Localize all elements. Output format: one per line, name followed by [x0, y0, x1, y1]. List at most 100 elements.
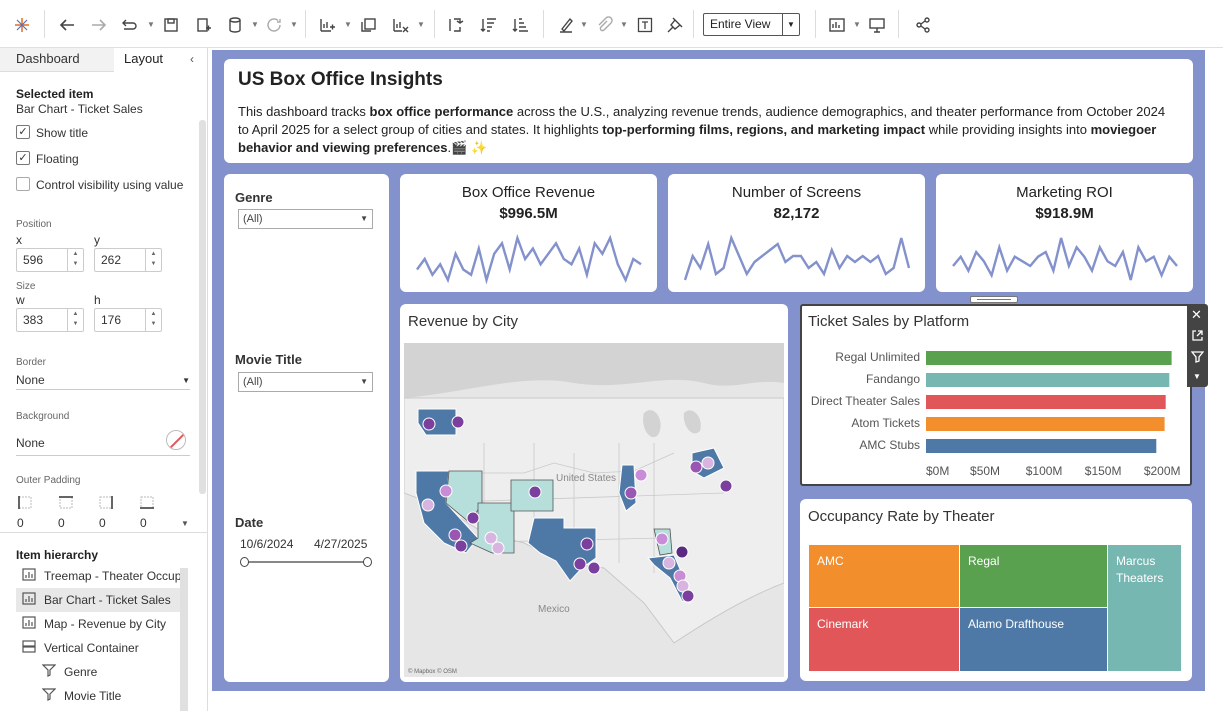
y-stepper[interactable]: 262 ▲ ▼ — [94, 248, 162, 272]
item-hierarchy-heading: Item hierarchy — [16, 548, 99, 562]
drag-handle[interactable] — [970, 296, 1018, 303]
swap-icon[interactable] — [444, 14, 466, 36]
sort-ascending-icon[interactable] — [477, 14, 499, 36]
bar[interactable] — [926, 351, 1172, 365]
kpi-number-of-screens[interactable]: Number of Screens 82,172 — [668, 174, 925, 292]
movie-filter-select[interactable]: (All) ▼ — [238, 372, 373, 392]
genre-filter-label: Genre — [235, 190, 273, 205]
clear-sheet-icon[interactable] — [389, 14, 411, 36]
sort-descending-icon[interactable] — [509, 14, 531, 36]
date-filter-label: Date — [235, 515, 264, 530]
w-label: w — [16, 293, 25, 307]
refresh-icon[interactable] — [263, 14, 285, 36]
title-card: US Box Office Insights This dashboard tr… — [224, 59, 1193, 163]
padding-left-value[interactable]: 0 — [17, 516, 24, 530]
undo-icon[interactable] — [56, 14, 78, 36]
bar[interactable] — [926, 439, 1157, 453]
tab-dashboard[interactable]: Dashboard — [0, 48, 114, 72]
padding-right-value[interactable]: 0 — [99, 516, 106, 530]
hierarchy-item[interactable]: Map - Revenue by City — [16, 612, 180, 636]
treemap-tile[interactable]: Marcus Theaters — [1108, 545, 1181, 671]
w-stepper[interactable]: 383 ▲ ▼ — [16, 308, 84, 332]
bar[interactable] — [926, 417, 1165, 431]
map-revenue-by-city[interactable]: Revenue by City United States Mexico © M… — [400, 304, 788, 682]
chevron-down-icon[interactable]: ▼ — [181, 519, 189, 528]
highlight-icon[interactable] — [555, 14, 577, 36]
fit-view-select[interactable]: Entire View ▼ — [703, 13, 800, 36]
text-label-icon[interactable] — [634, 14, 656, 36]
floating-checkbox[interactable]: ✓ — [16, 151, 30, 165]
bar[interactable] — [926, 395, 1166, 409]
map-label-us: United States — [556, 473, 616, 484]
pin-icon[interactable] — [664, 14, 686, 36]
attach-icon[interactable] — [593, 14, 615, 36]
x-label: x — [16, 233, 22, 247]
padding-bottom-value[interactable]: 0 — [140, 516, 147, 530]
more-options-icon[interactable]: ▼ — [1193, 372, 1201, 381]
kpi-value: $918.9M — [1035, 205, 1094, 222]
collapse-panel-icon[interactable]: ‹ — [190, 52, 194, 66]
kpi-box-office-revenue[interactable]: Box Office Revenue $996.5M — [400, 174, 657, 292]
stepper-arrows-icon[interactable]: ▲ ▼ — [145, 249, 161, 271]
hierarchy-scrollbar[interactable] — [180, 568, 188, 711]
padding-top-value[interactable]: 0 — [58, 516, 65, 530]
x-stepper[interactable]: 596 ▲ ▼ — [16, 248, 84, 272]
hierarchy-item[interactable]: Bar Chart - Ticket Sales — [16, 588, 180, 612]
kpi-marketing-roi[interactable]: Marketing ROI $918.9M — [936, 174, 1193, 292]
x-tick-label: $50M — [970, 464, 1000, 478]
treemap-tile[interactable]: Cinemark — [809, 608, 959, 671]
border-select[interactable]: None ▼ — [16, 373, 190, 390]
hierarchy-item[interactable]: Vertical Container — [16, 636, 180, 660]
selected-item-heading: Selected item — [16, 87, 94, 101]
redo-icon[interactable] — [88, 14, 110, 36]
duplicate-icon[interactable] — [357, 14, 379, 36]
share-icon[interactable] — [912, 14, 934, 36]
us-map[interactable]: United States Mexico © Mapbox © OSM — [404, 343, 784, 677]
genre-filter-select[interactable]: (All) ▼ — [238, 209, 373, 229]
stepper-arrows-icon[interactable]: ▲ ▼ — [67, 309, 83, 331]
treemap-tile[interactable]: Alamo Drafthouse — [960, 608, 1107, 671]
treemap-occupancy-rate[interactable]: Occupancy Rate by Theater AMC Regal Marc… — [800, 499, 1192, 681]
bar-chart-plot[interactable]: Regal Unlimited Fandango Direct Theater Sa… — [802, 342, 1190, 484]
stepper-arrows-icon[interactable]: ▲ ▼ — [145, 309, 161, 331]
presentation-icon[interactable] — [866, 14, 888, 36]
movie-filter-value: (All) — [243, 376, 263, 388]
save-icon[interactable] — [160, 14, 182, 36]
sparkline-series — [952, 237, 1178, 281]
bar[interactable] — [926, 373, 1170, 387]
tableau-logo-icon[interactable] — [11, 14, 33, 36]
h-stepper[interactable]: 176 ▲ ▼ — [94, 308, 162, 332]
hierarchy-item[interactable]: Genre — [16, 660, 180, 684]
go-to-sheet-icon[interactable] — [1191, 329, 1204, 342]
date-slider-start-handle[interactable] — [240, 557, 249, 567]
replay-icon[interactable] — [118, 14, 140, 36]
hierarchy-item[interactable]: Treemap - Theater Occupancy Rate — [16, 564, 180, 588]
bar-chart-ticket-sales[interactable]: Ticket Sales by Platform Regal Unlimited… — [800, 304, 1192, 486]
treemap-tile[interactable]: AMC — [809, 545, 959, 607]
stepper-arrows-icon[interactable]: ▲ ▼ — [67, 249, 83, 271]
new-worksheet-icon[interactable] — [316, 14, 338, 36]
panel-scrollbar[interactable] — [199, 120, 206, 494]
no-color-swatch-icon[interactable] — [166, 430, 186, 450]
floating-toolbar: ✕ ▼ — [1187, 304, 1208, 387]
description-segment: box office performance — [369, 104, 514, 119]
dashboard-title: US Box Office Insights — [238, 69, 443, 90]
show-cards-icon[interactable] — [826, 14, 848, 36]
dashboard-description: This dashboard tracks box office perform… — [238, 103, 1179, 157]
kpi-title: Box Office Revenue — [461, 184, 596, 201]
hierarchy-item[interactable]: Movie Title — [16, 684, 180, 708]
remove-icon[interactable]: ✕ — [1191, 308, 1202, 321]
hierarchy-item-label: Genre — [64, 665, 98, 679]
description-segment: top-performing films, regions, and marke… — [602, 122, 926, 137]
date-slider-track[interactable] — [244, 561, 368, 563]
filter-icon[interactable] — [1191, 350, 1204, 363]
date-slider-end-handle[interactable] — [363, 557, 372, 567]
treemap-tile[interactable]: Regal — [960, 545, 1107, 607]
sparkline-series — [416, 234, 642, 284]
background-select[interactable]: None — [16, 436, 190, 456]
visibility-checkbox[interactable] — [16, 177, 30, 191]
kpi-title: Marketing ROI — [1016, 184, 1113, 201]
show-title-checkbox[interactable]: ✓ — [16, 125, 30, 139]
datasource-icon[interactable] — [224, 14, 246, 36]
new-datasource-icon[interactable] — [192, 14, 214, 36]
